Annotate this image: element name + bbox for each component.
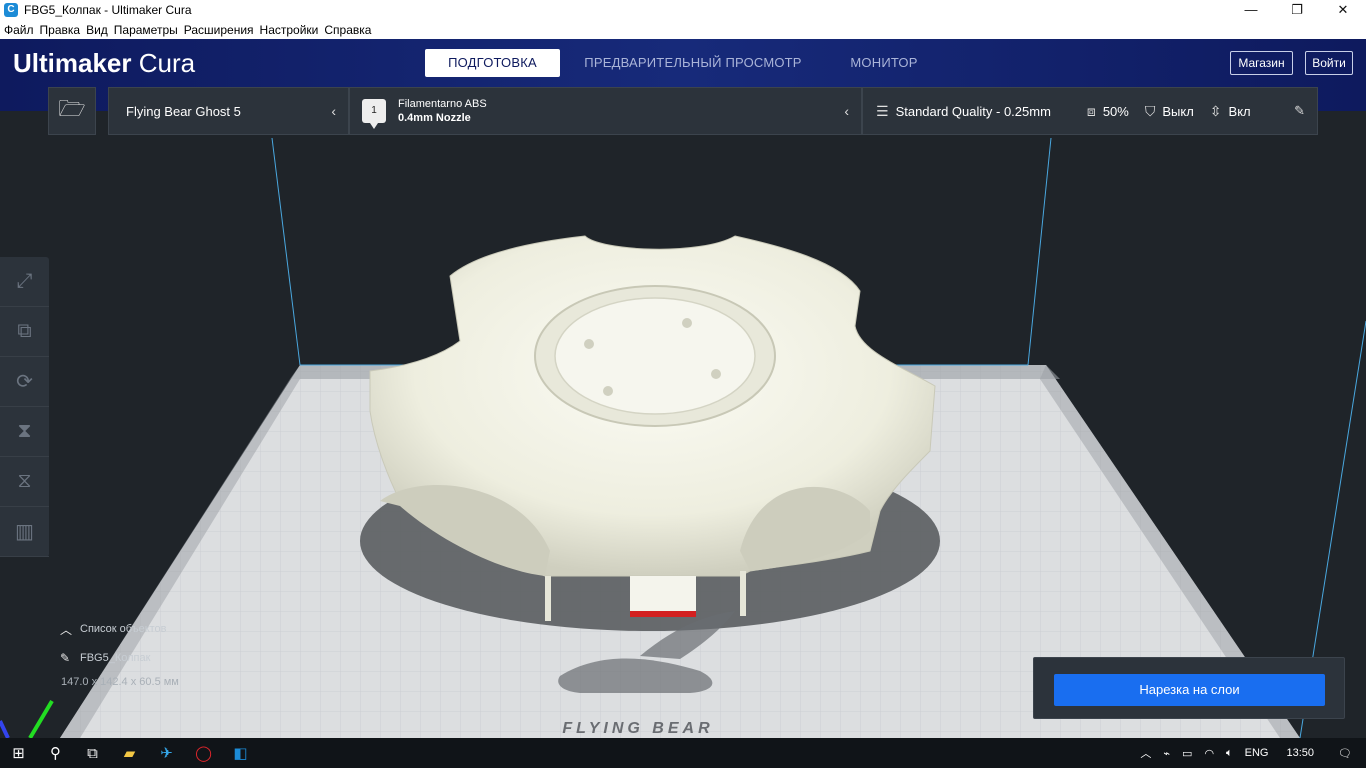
battery-icon[interactable]: ▭ <box>1182 747 1192 760</box>
infill-value: 50% <box>1102 103 1129 119</box>
quality-profile: Standard Quality - 0.25mm <box>895 103 1051 119</box>
per-model-settings-icon: ⧖ <box>17 470 32 492</box>
clock[interactable]: 13:50 <box>1287 747 1315 759</box>
menu-extensions[interactable]: Расширения <box>184 23 254 37</box>
minimize-icon[interactable]: — <box>1228 0 1274 20</box>
mirror-tool[interactable]: ⧗ <box>0 407 49 457</box>
slice-button[interactable]: Нарезка на слои <box>1054 674 1325 706</box>
menu-view[interactable]: Вид <box>86 23 108 37</box>
login-button[interactable]: Войти <box>1305 51 1353 75</box>
object-dimensions: 147.0 x 142.4 x 60.5 мм <box>61 676 179 688</box>
maximize-icon[interactable]: ❐ <box>1274 0 1320 20</box>
opera-icon[interactable]: ◯ <box>185 738 222 768</box>
task-view-icon[interactable]: ⧉ <box>74 738 111 768</box>
logo-light: Cura <box>138 48 196 78</box>
viewport-3d[interactable]: FLYING BEAR <box>0 111 1366 738</box>
support-blocker-icon: ▥ <box>15 521 34 543</box>
move-tool[interactable]: ⤢ <box>0 257 49 307</box>
scale-tool[interactable]: ⧉ <box>0 307 49 357</box>
material-selector[interactable]: 1 Filamentarno ABS 0.4mm Nozzle ‹ <box>349 87 862 135</box>
os-taskbar: ⊞ ⚲ ⧉ ▰ ✈ ◯ ◧ ︿ ⌁ ▭ ◠ 🔈︎ ENG 13:50 🗨︎ <box>0 738 1366 768</box>
cura-app-icon: C <box>4 3 18 17</box>
object-name-row[interactable]: ✎ FBG5_Колпак <box>60 649 167 667</box>
close-icon[interactable]: ✕ <box>1320 0 1366 20</box>
mirror-icon: ⧗ <box>17 420 32 442</box>
tool-panel: ⤢ ⧉ ⟳ ⧗ ⧖ ▥ <box>0 257 49 557</box>
system-tray: ︿ ⌁ ▭ ◠ 🔈︎ ENG 13:50 🗨︎ <box>1134 738 1366 768</box>
folder-open-icon: 🗁 <box>58 96 86 121</box>
logo-bold: Ultimaker <box>13 48 132 78</box>
menu-preferences[interactable]: Настройки <box>260 23 319 37</box>
chevron-left-icon: ‹ <box>844 103 849 119</box>
menu-parameters[interactable]: Параметры <box>114 23 178 37</box>
telegram-icon[interactable]: ✈ <box>148 738 185 768</box>
infill-icon: ⧈ <box>1086 102 1096 119</box>
chevron-up-icon[interactable]: ︿ <box>1140 745 1151 761</box>
menu-help[interactable]: Справка <box>324 23 371 37</box>
printer-selector[interactable]: Flying Bear Ghost 5 ‹ <box>108 87 349 135</box>
file-explorer-icon[interactable]: ▰ <box>111 738 148 768</box>
per-model-settings-tool[interactable]: ⧖ <box>0 457 49 507</box>
input-language[interactable]: ENG <box>1245 747 1269 759</box>
search-icon[interactable]: ⚲ <box>37 738 74 768</box>
tab-prepare[interactable]: ПОДГОТОВКА <box>425 49 560 77</box>
support-icon: ⛉ <box>1144 102 1156 119</box>
extruder-badge-icon: 1 <box>362 99 386 129</box>
material-name: Filamentarno ABS <box>398 98 487 110</box>
rotate-icon: ⟳ <box>16 371 33 393</box>
tab-monitor[interactable]: МОНИТОР <box>836 49 932 77</box>
tab-preview[interactable]: ПРЕДВАРИТЕЛЬНЫЙ ПРОСМОТР <box>580 49 806 77</box>
chevron-left-icon: ‹ <box>331 103 336 119</box>
cura-taskbar-icon[interactable]: ◧ <box>222 738 259 768</box>
object-list: ︿ Список объектов ✎ FBG5_Колпак <box>60 620 167 678</box>
rotate-tool[interactable]: ⟳ <box>0 357 49 407</box>
scale-icon: ⧉ <box>17 320 32 342</box>
object-name: FBG5_Колпак <box>80 652 151 664</box>
window-titlebar: C FBG5_Колпак - Ultimaker Cura — ❐ ✕ <box>0 0 1366 20</box>
action-panel: Нарезка на слои <box>1033 657 1345 719</box>
notifications-icon[interactable]: 🗨︎ <box>1338 747 1352 760</box>
support-value: Выкл <box>1162 103 1194 119</box>
print-setup-selector[interactable]: ☰ Standard Quality - 0.25mm ⧈ 50% ⛉ Выкл… <box>862 87 1318 135</box>
menu-edit[interactable]: Правка <box>40 23 81 37</box>
printer-name: Flying Bear Ghost 5 <box>126 103 241 119</box>
open-file-button[interactable]: 🗁 <box>48 87 96 135</box>
adhesion-icon: ⇳ <box>1209 102 1222 119</box>
store-button[interactable]: Магазин <box>1230 51 1293 75</box>
pencil-icon: ✎ <box>60 651 71 665</box>
scene-graphics: FLYING BEAR <box>0 111 1366 738</box>
wifi-icon[interactable]: ◠ <box>1204 747 1214 760</box>
quality-profile-icon: ☰ <box>876 102 889 119</box>
menu-bar: Файл Правка Вид Параметры Расширения Нас… <box>0 20 1366 39</box>
plate-logo-text: FLYING BEAR <box>562 720 713 737</box>
app-logo: Ultimaker Cura <box>13 48 195 79</box>
nozzle-size: 0.4mm Nozzle <box>398 112 471 124</box>
support-blocker-tool[interactable]: ▥ <box>0 507 49 557</box>
network-icon[interactable]: ⌁ <box>1163 747 1170 760</box>
adhesion-value: Вкл <box>1228 103 1251 119</box>
windows-start-icon[interactable]: ⊞ <box>0 738 37 768</box>
object-list-toggle[interactable]: ︿ Список объектов <box>60 620 167 638</box>
edit-pencil-icon[interactable]: ✎ <box>1294 103 1305 119</box>
window-title: FBG5_Колпак - Ultimaker Cura <box>24 3 192 17</box>
menu-file[interactable]: Файл <box>4 23 34 37</box>
chevron-up-icon: ︿ <box>60 622 73 637</box>
volume-icon[interactable]: 🔈︎ <box>1226 747 1233 760</box>
object-list-label: Список объектов <box>80 623 167 635</box>
move-icon: ⤢ <box>16 270 33 292</box>
